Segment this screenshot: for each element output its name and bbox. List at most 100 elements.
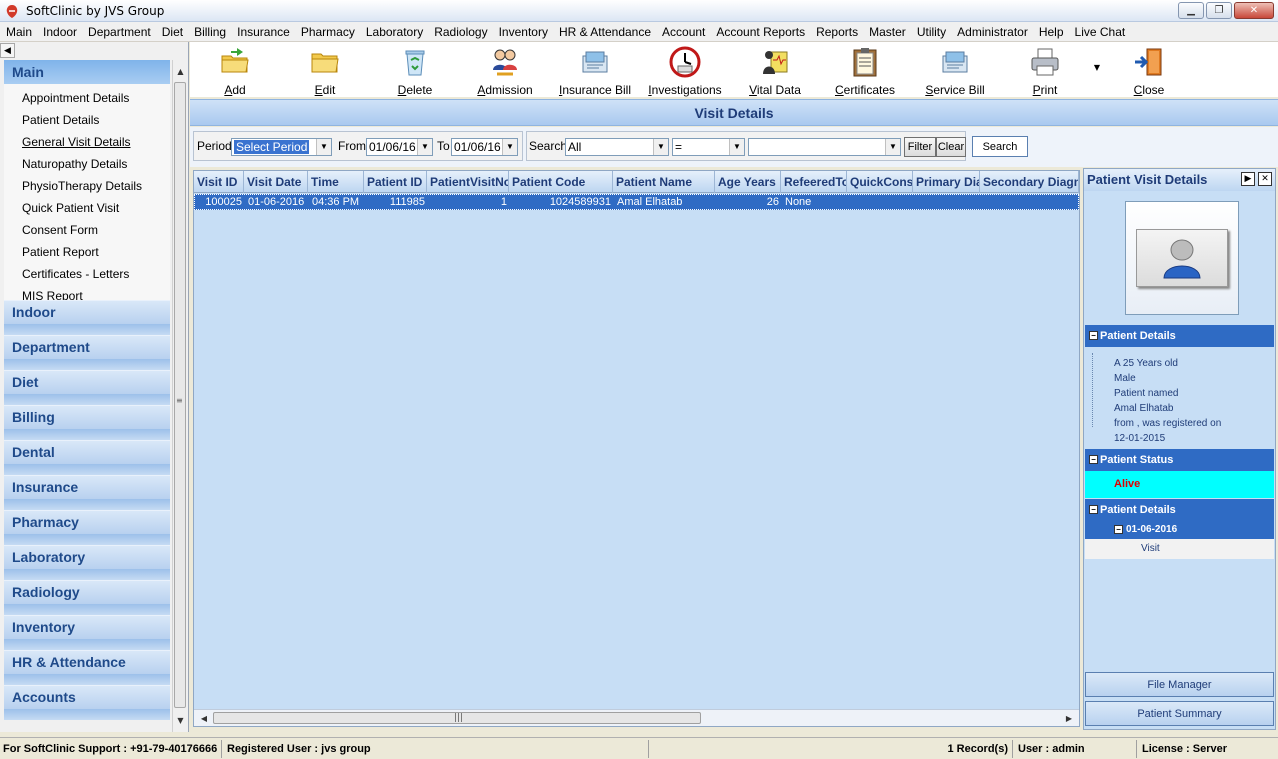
chevron-down-icon[interactable]: ▼ [502,139,517,155]
minimize-button[interactable]: ▁ [1178,2,1204,19]
column-header-age-years[interactable]: Age Years [715,171,781,193]
scroll-right-icon[interactable]: ▶ [1063,712,1075,724]
history-visit-node[interactable]: Visit [1085,539,1274,559]
scroll-up-icon[interactable]: ▲ [173,64,188,79]
nav-item-naturopathy-details[interactable]: Naturopathy Details [4,156,170,178]
grid-horizontal-scrollbar[interactable]: ◀ ||| ▶ [194,709,1079,726]
menu-hr-attendance[interactable]: HR & Attendance [553,25,656,39]
nav-section-inventory[interactable]: Inventory [4,615,170,650]
column-header-time[interactable]: Time [308,171,364,193]
panel-expand-icon[interactable]: ▶ [1241,172,1255,186]
operator-select[interactable]: = ▼ [672,138,745,156]
column-header-patient-visit-no[interactable]: PatientVisitNo [427,171,509,193]
collapse-icon[interactable]: − [1089,455,1098,464]
column-header-secondary-diagnosis[interactable]: Secondary Diagnosis [980,171,1079,193]
menu-master[interactable]: Master [863,25,911,39]
chevron-down-icon[interactable]: ▼ [885,139,900,155]
print-dropdown-icon[interactable]: ▼ [1090,42,1104,97]
add-button[interactable]: Add [190,42,280,97]
nav-item-appointment-details[interactable]: Appointment Details [4,90,170,112]
chevron-down-icon[interactable]: ▼ [729,139,744,155]
nav-section-indoor[interactable]: Indoor [4,300,170,335]
print-button[interactable]: Print [1000,42,1090,97]
search-value-input[interactable]: ▼ [748,138,901,156]
nav-section-dental[interactable]: Dental [4,440,170,475]
restore-button[interactable]: ❐ [1206,2,1232,19]
period-select[interactable]: Select Period ▼ [231,138,332,156]
filter-button[interactable]: Filter [904,137,936,157]
collapse-nav-button[interactable]: ◀ [0,43,15,58]
patient-photo[interactable] [1125,201,1239,315]
nav-item-quick-patient-visit[interactable]: Quick Patient Visit [4,200,170,222]
chevron-down-icon[interactable]: ▼ [316,139,331,155]
certificates-button[interactable]: Certificates [820,42,910,97]
nav-item-consent-form[interactable]: Consent Form [4,222,170,244]
menu-insurance[interactable]: Insurance [231,25,295,39]
menu-billing[interactable]: Billing [188,25,231,39]
menu-pharmacy[interactable]: Pharmacy [295,25,360,39]
vital-data-button[interactable]: Vital Data [730,42,820,97]
chevron-down-icon[interactable]: ▼ [653,139,668,155]
admission-button[interactable]: Admission [460,42,550,97]
menu-live-chat[interactable]: Live Chat [1069,25,1131,39]
history-date-node[interactable]: −01-06-2016 [1085,520,1274,539]
collapse-icon[interactable]: − [1089,505,1098,514]
column-header-patient-name[interactable]: Patient Name [613,171,715,193]
chevron-down-icon[interactable]: ▼ [417,139,432,155]
nav-item-physiotherapy-details[interactable]: PhysioTherapy Details [4,178,170,200]
collapse-icon[interactable]: − [1114,525,1123,534]
patient-history-header[interactable]: − Patient Details [1085,499,1274,521]
menu-reports[interactable]: Reports [810,25,863,39]
menu-department[interactable]: Department [82,25,156,39]
close-button[interactable]: Close [1104,42,1194,97]
from-date-field[interactable]: 01/06/16 ▼ [366,138,433,156]
patient-summary-button[interactable]: Patient Summary [1085,701,1274,726]
grid-scroll-thumb[interactable]: ||| [213,712,701,724]
edit-button[interactable]: Edit [280,42,370,97]
search-button[interactable]: Search [972,136,1028,157]
nav-section-radiology[interactable]: Radiology [4,580,170,615]
menu-account-reports[interactable]: Account Reports [710,25,810,39]
column-header-visit-date[interactable]: Visit Date [244,171,308,193]
nav-item-general-visit-details[interactable]: General Visit Details [4,134,170,156]
menu-diet[interactable]: Diet [156,25,188,39]
column-header-visit-id[interactable]: Visit ID [194,171,244,193]
nav-section-insurance[interactable]: Insurance [4,475,170,510]
menu-administrator[interactable]: Administrator [951,25,1033,39]
service-bill-button[interactable]: Service Bill [910,42,1000,97]
nav-section-laboratory[interactable]: Laboratory [4,545,170,580]
menu-inventory[interactable]: Inventory [493,25,553,39]
menu-indoor[interactable]: Indoor [37,25,82,39]
nav-section-department[interactable]: Department [4,335,170,370]
menu-laboratory[interactable]: Laboratory [360,25,428,39]
nav-section-accounts[interactable]: Accounts [4,685,170,720]
nav-scroll-thumb[interactable] [174,82,186,708]
nav-item-patient-report[interactable]: Patient Report [4,244,170,266]
nav-item-patient-details[interactable]: Patient Details [4,112,170,134]
delete-button[interactable]: Delete [370,42,460,97]
menu-main[interactable]: Main [0,25,37,39]
nav-section-pharmacy[interactable]: Pharmacy [4,510,170,545]
to-date-field[interactable]: 01/06/16 ▼ [451,138,518,156]
collapse-icon[interactable]: − [1089,331,1098,340]
column-header-quick-cons[interactable]: QuickCons [847,171,913,193]
nav-item-certificates-letters[interactable]: Certificates - Letters [4,266,170,288]
nav-scrollbar[interactable]: ▲ ≡ ▼ [172,60,187,732]
menu-radiology[interactable]: Radiology [428,25,492,39]
table-row[interactable]: 100025 01-06-2016 04:36 PM 111985 1 1024… [194,194,1079,210]
scroll-left-icon[interactable]: ◀ [198,712,210,724]
file-manager-button[interactable]: File Manager [1085,672,1274,697]
column-header-refeered-to[interactable]: RefeeredTo [781,171,847,193]
patient-status-header[interactable]: − Patient Status [1085,449,1274,471]
menu-help[interactable]: Help [1033,25,1069,39]
investigations-button[interactable]: Investigations [640,42,730,97]
menu-account[interactable]: Account [656,25,710,39]
patient-details-header[interactable]: − Patient Details [1085,325,1274,347]
scroll-down-icon[interactable]: ▼ [173,713,188,728]
nav-section-main-header[interactable]: Main [4,60,170,84]
nav-section-billing[interactable]: Billing [4,405,170,440]
panel-close-icon[interactable]: ✕ [1258,172,1272,186]
nav-section-diet[interactable]: Diet [4,370,170,405]
menu-utility[interactable]: Utility [911,25,951,39]
nav-section-hr-attendance[interactable]: HR & Attendance [4,650,170,685]
